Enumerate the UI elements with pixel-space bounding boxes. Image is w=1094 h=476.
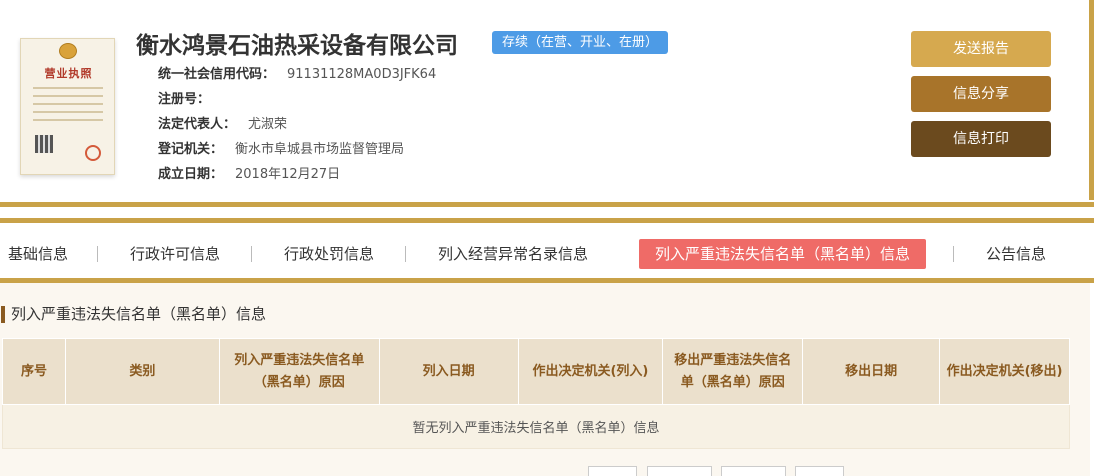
tab-basic-info[interactable]: 基础信息 (0, 239, 84, 269)
share-info-button[interactable]: 信息分享 (911, 76, 1051, 112)
info-value: 尤淑荣 (248, 117, 288, 132)
column-header: 列入严重违法失信名单（黑名单）原因 (218, 338, 380, 405)
column-header: 作出决定机关(列入) (517, 338, 664, 405)
info-label: 统一社会信用代码： (158, 67, 276, 82)
pagination-button[interactable] (647, 466, 712, 476)
info-row-established: 成立日期： 2018年12月27日 (158, 163, 340, 182)
blacklist-section: 列入严重违法失信名单（黑名单）信息 序号 类别 列入严重违法失信名单（黑名单）原… (0, 283, 1090, 476)
info-label: 注册号： (158, 92, 211, 107)
status-badge: 存续（在营、开业、在册） (492, 31, 669, 54)
tab-admin-license[interactable]: 行政许可信息 (114, 239, 236, 269)
pagination-button[interactable] (588, 466, 637, 476)
column-header: 序号 (2, 338, 66, 405)
company-header: 营业执照 衡水鸿景石油热采设备有限公司 存续（在营、开业、在册） 统一社会信用代… (0, 0, 1094, 196)
tab-blacklist[interactable]: 列入严重违法失信名单（黑名单）信息 (639, 239, 927, 269)
license-title: 营业执照 (44, 67, 93, 80)
qr-code-icon (35, 135, 53, 153)
table-header-row: 序号 类别 列入严重违法失信名单（黑名单）原因 列入日期 作出决定机关(列入) … (2, 338, 1070, 405)
info-value: 91131128MA0D3JFK64 (287, 67, 437, 82)
info-value: 衡水市阜城县市场监督管理局 (235, 142, 405, 157)
tab-admin-penalty[interactable]: 行政处罚信息 (268, 239, 390, 269)
license-text-lines (33, 87, 103, 127)
company-name: 衡水鸿景石油热采设备有限公司 (136, 33, 458, 59)
tab-separator (405, 246, 406, 262)
tab-separator (953, 246, 954, 262)
column-header: 类别 (64, 338, 220, 405)
info-row-authority: 登记机关： 衡水市阜城县市场监督管理局 (158, 138, 404, 157)
info-value: 2018年12月27日 (235, 167, 341, 182)
column-header: 列入日期 (378, 338, 519, 405)
info-label: 法定代表人： (158, 117, 237, 132)
seal-icon (85, 145, 101, 161)
info-label: 登记机关： (158, 142, 224, 157)
divider (0, 218, 1094, 223)
divider (0, 202, 1094, 207)
info-row-reg-number: 注册号： (158, 88, 222, 107)
column-header: 作出决定机关(移出) (939, 338, 1070, 405)
send-report-button[interactable]: 发送报告 (911, 31, 1051, 67)
column-header: 移出日期 (802, 338, 941, 405)
tab-announcements[interactable]: 公告信息 (970, 239, 1062, 269)
business-license-image[interactable]: 营业执照 (20, 38, 115, 175)
blacklist-table: 序号 类别 列入严重违法失信名单（黑名单）原因 列入日期 作出决定机关(列入) … (2, 338, 1070, 449)
tab-bar: 基础信息 行政许可信息 行政处罚信息 列入经营异常名录信息 列入严重违法失信名单… (0, 228, 1094, 278)
empty-message: 暂无列入严重违法失信名单（黑名单）信息 (2, 404, 1070, 449)
pagination-button[interactable] (721, 466, 786, 476)
table-row: 暂无列入严重违法失信名单（黑名单）信息 (2, 404, 1070, 449)
print-info-button[interactable]: 信息打印 (911, 121, 1051, 157)
info-row-credit-code: 统一社会信用代码： 91131128MA0D3JFK64 (158, 63, 436, 82)
pagination-button[interactable] (795, 466, 844, 476)
info-row-legal-rep: 法定代表人： 尤淑荣 (158, 113, 287, 132)
header-border (1089, 0, 1094, 200)
column-header: 移出严重违法失信名单（黑名单）原因 (662, 338, 804, 405)
section-title: 列入严重违法失信名单（黑名单）信息 (1, 306, 266, 323)
national-emblem-icon (59, 43, 77, 59)
tab-separator (97, 246, 98, 262)
info-label: 成立日期： (158, 167, 224, 182)
tab-separator (251, 246, 252, 262)
tab-abnormal-operation[interactable]: 列入经营异常名录信息 (422, 239, 604, 269)
